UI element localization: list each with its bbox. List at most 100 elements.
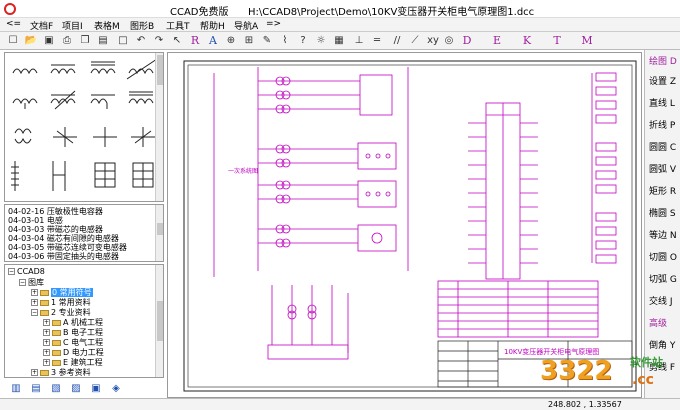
tag-icon[interactable]: ◈ [110,383,122,394]
snap-line-icon[interactable]: ⊥ [352,34,366,48]
undo-icon[interactable]: ↶ [134,34,148,48]
paste-icon[interactable]: ▤ [96,34,110,48]
variable-inductor-symbol[interactable] [126,58,158,80]
tool-k[interactable]: K [520,34,534,48]
cmd-polyline[interactable]: 折线 P [649,118,675,131]
tool-d[interactable]: D [460,34,474,48]
tapped-inductor-symbol[interactable] [12,98,38,109]
book-icon[interactable]: ▤ [30,383,42,394]
expand-icon[interactable]: + [43,329,50,336]
cmd-tangent-arc[interactable]: 切弧 G [649,272,677,285]
drawing-canvas[interactable]: 10KV变压器开关柜电气原理图 一次系统图 [167,52,642,398]
tree-item[interactable]: +3 参考资料 [31,367,91,377]
xy-icon[interactable]: xy [426,34,440,48]
tool-a[interactable]: A [206,34,220,48]
menu-help[interactable]: 帮助H [200,19,225,32]
tool-e[interactable]: E [490,34,504,48]
menu-forward[interactable]: => [266,19,281,29]
list-scrollbar[interactable] [155,205,163,261]
inductor-gap-symbol[interactable] [90,61,116,75]
menu-table[interactable]: 表格M [94,19,120,32]
expand-icon[interactable]: + [43,349,50,356]
cmd-advanced[interactable]: 高级 [649,316,667,329]
watermark-number: 3322 [540,356,613,386]
expand-icon[interactable]: + [31,299,38,306]
expand-icon[interactable]: + [43,339,50,346]
rectangle-icon[interactable]: □ [116,34,130,48]
junction-symbol[interactable] [93,127,117,147]
pencil-icon[interactable]: ✎ [260,34,274,48]
cmd-rectangle[interactable]: 矩形 R [649,184,676,197]
expand-icon[interactable]: + [31,289,38,296]
menu-document[interactable]: 文档F [30,19,53,32]
variable-junction-symbol[interactable] [131,127,155,147]
expand-icon[interactable]: + [43,359,50,366]
parts-table [437,280,599,338]
zoom-icon[interactable]: ⊕ [224,34,238,48]
collapse-icon[interactable]: − [8,268,15,275]
collapse-icon[interactable]: − [19,279,26,286]
redo-icon[interactable]: ↷ [152,34,166,48]
cmd-polygon[interactable]: 等边 N [649,228,677,241]
transformer-symbol[interactable] [14,128,32,144]
tool-t[interactable]: T [550,34,564,48]
pointer-icon[interactable]: ↖ [170,34,184,48]
core-tap-symbol[interactable] [90,94,115,109]
grid-icon[interactable]: ▦ [332,34,346,48]
cmd-tangent-circle[interactable]: 切圆 O [649,250,677,263]
cross-symbol[interactable] [53,127,77,147]
symbol-scrollbar[interactable] [155,53,163,201]
tree-scroll-thumb[interactable] [157,301,163,341]
align-icon[interactable]: ═ [370,34,384,48]
double-core-symbol[interactable] [128,91,154,105]
matrix-symbol[interactable] [132,162,154,188]
inductor-core-symbol[interactable] [50,64,76,75]
expand-icon[interactable]: + [43,319,50,326]
cmd-chamfer[interactable]: 倒角 Y [649,338,675,351]
variable-core-symbol[interactable] [50,90,76,110]
menu-navigate[interactable]: 导航A [234,19,258,32]
menu-project[interactable]: 项目I [62,19,83,32]
cmd-intersect[interactable]: 交线 J [649,294,673,307]
chart-icon[interactable]: ▨ [70,383,82,394]
grid-coil-symbol[interactable] [94,162,116,188]
menu-back[interactable]: <= [6,19,21,29]
shape-icon[interactable]: ◎ [442,34,456,48]
cmd-circle[interactable]: 圆圆 C [649,140,676,153]
bulb-icon[interactable]: ☼ [314,34,328,48]
tree-scrollbar[interactable] [155,265,163,377]
parallel-icon[interactable]: // [390,34,404,48]
cmd-draw[interactable]: 绘图 D [649,54,677,67]
print-icon[interactable]: ⎙ [60,34,74,48]
save-icon[interactable]: ▣ [42,34,56,48]
cmd-ellipse[interactable]: 椭圆 S [649,206,676,219]
collapse-icon[interactable]: − [31,309,38,316]
cmd-line[interactable]: 直线 L [649,96,675,109]
tool-m[interactable]: M [580,34,594,48]
diagonal-icon[interactable]: ⟋ [408,34,422,48]
open-folder-icon[interactable]: 📂 [24,34,38,48]
help-icon[interactable]: ? [296,34,310,48]
expand-icon[interactable]: + [31,369,38,376]
stack-symbol[interactable] [11,161,19,191]
status-bar: 248.802 , 1.33567 [0,398,680,410]
tree-root[interactable]: − CCAD8 [8,267,45,276]
folder-icon [40,309,49,316]
menu-graphics[interactable]: 图形B [130,19,154,32]
copy-icon[interactable]: ❐ [78,34,92,48]
double-bar-symbol[interactable] [52,161,66,191]
brush-icon[interactable]: ⌇ [278,34,292,48]
library-icon[interactable]: ▥ [10,383,22,394]
cmd-arc[interactable]: 圆弧 V [649,162,676,175]
cmd-settings[interactable]: 设置 Z [649,74,676,87]
menu-tools[interactable]: 工具T [166,19,190,32]
image-icon[interactable]: ▣ [90,383,102,394]
list-scroll-thumb[interactable] [157,223,163,235]
tool-r[interactable]: R [188,34,202,48]
list-item[interactable]: 04-03-06 带固定抽头的电感器 [8,251,119,261]
zoom-window-icon[interactable]: ⊞ [242,34,256,48]
symbol-scroll-thumb[interactable] [157,55,163,85]
inductor-symbol[interactable] [12,68,38,75]
new-file-icon[interactable]: ☐ [6,34,20,48]
layers-icon[interactable]: ▧ [50,383,62,394]
